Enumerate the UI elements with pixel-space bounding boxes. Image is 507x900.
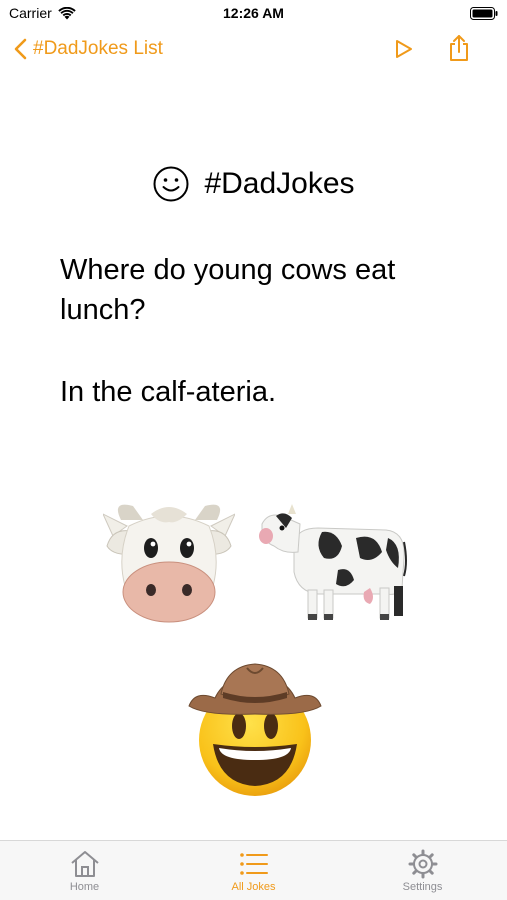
list-icon [239,853,268,875]
tab-all-jokes[interactable]: All Jokes [169,841,338,900]
tab-all-jokes-label: All Jokes [231,881,276,893]
share-icon[interactable] [447,34,471,62]
navigation-bar: #DadJokes List [0,32,507,72]
gear-icon [408,849,437,879]
tab-bar: Home All Jokes Settings [0,840,507,900]
play-icon[interactable] [393,37,415,61]
cow-face-emoji [103,504,235,623]
status-time: 12:26 AM [223,5,284,21]
joke-question: Where do young cows eat lunch? [60,254,396,326]
status-bar: Carrier 12:26 AM [0,0,507,30]
tab-home-label: Home [69,881,100,893]
smiley-icon [153,166,189,202]
cow-emoji [259,504,407,620]
chevron-left-icon [14,38,27,60]
joke-title: #DadJokes [0,165,507,203]
back-button-label: #DadJokes List [33,38,163,59]
page-title: #DadJokes [204,167,355,200]
joke-punchline: In the calf-ateria. [60,376,276,408]
tab-settings[interactable]: Settings [338,841,507,900]
tab-settings-label: Settings [402,881,443,893]
back-button[interactable]: #DadJokes List [14,38,163,60]
battery-icon [470,7,498,20]
cowboy-emoji [188,663,322,796]
tab-home[interactable]: Home [0,841,169,900]
home-icon [70,851,99,877]
